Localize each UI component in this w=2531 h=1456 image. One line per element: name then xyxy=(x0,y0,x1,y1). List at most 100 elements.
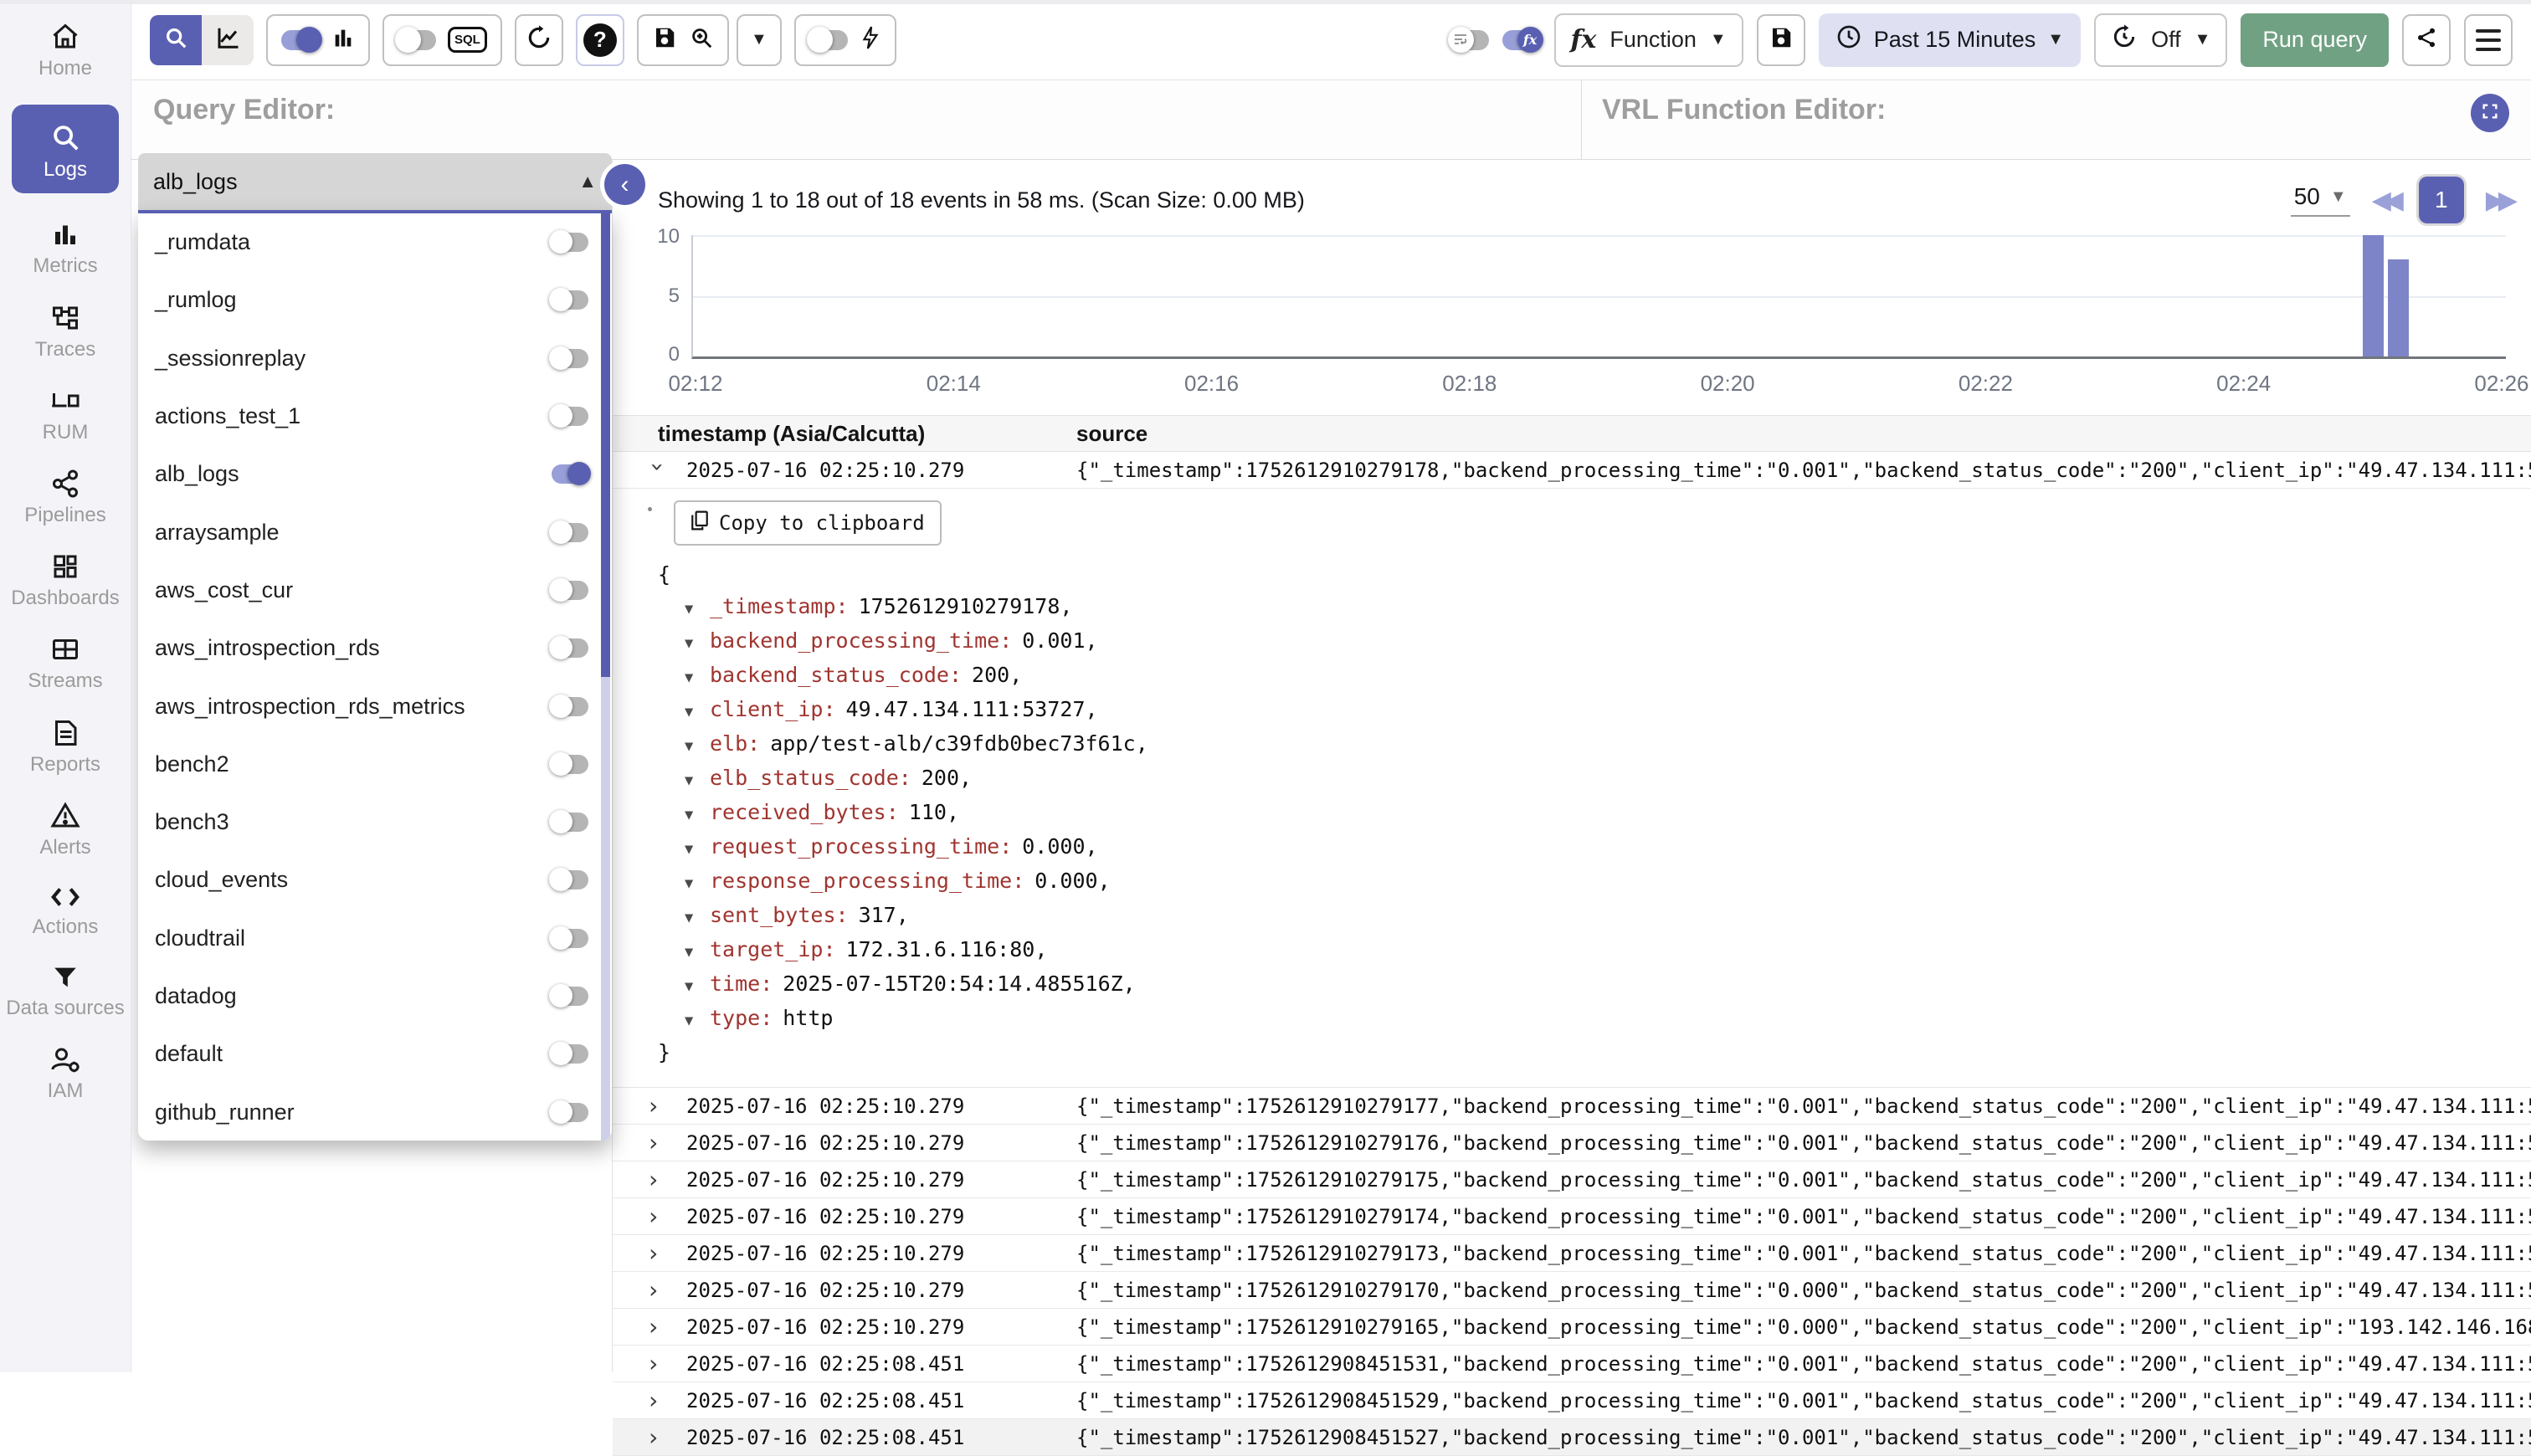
stream-toggle[interactable] xyxy=(552,638,588,658)
stream-list-item[interactable]: cloud_events xyxy=(138,851,598,909)
stream-list-item[interactable]: bench3 xyxy=(138,793,598,851)
log-row[interactable]: › 2025-07-16 02:25:08.451 {"_timestamp":… xyxy=(613,1419,2531,1456)
log-row[interactable]: › 2025-07-16 02:25:10.279 {"_timestamp":… xyxy=(613,1125,2531,1161)
sidebar-item-traces[interactable]: Traces xyxy=(35,303,95,360)
stream-toggle[interactable] xyxy=(552,755,588,774)
sidebar-item-iam[interactable]: IAM xyxy=(48,1044,84,1101)
stream-toggle[interactable] xyxy=(552,697,588,716)
save-function-button[interactable] xyxy=(1757,14,1805,66)
sidebar-item-metrics[interactable]: Metrics xyxy=(33,219,97,276)
collapse-field-icon[interactable]: ▼ xyxy=(685,902,710,934)
sidebar-item-alerts[interactable]: Alerts xyxy=(39,801,90,858)
page-size-select[interactable]: 50 ▼ xyxy=(2291,183,2350,217)
stream-list-item[interactable]: _sessionreplay xyxy=(138,330,598,387)
stream-toggle[interactable] xyxy=(552,1103,588,1122)
log-row[interactable]: › 2025-07-16 02:25:08.451 {"_timestamp":… xyxy=(613,1346,2531,1382)
sidebar-item-logs[interactable]: Logs xyxy=(12,105,119,193)
histogram-toggle[interactable] xyxy=(281,30,320,50)
quick-mode-toggle[interactable] xyxy=(809,30,848,50)
log-row-expanded[interactable]: › 2025-07-16 02:25:10.279 {"_timestamp":… xyxy=(613,452,2531,489)
current-page-button[interactable]: 1 xyxy=(2419,177,2464,223)
stream-toggle[interactable] xyxy=(552,407,588,426)
log-row[interactable]: › 2025-07-16 02:25:10.279 {"_timestamp":… xyxy=(613,1088,2531,1125)
function-dropdown[interactable]: fx Function ▼ xyxy=(1554,13,1743,67)
stream-toggle[interactable] xyxy=(552,870,588,889)
chevron-right-icon[interactable]: › xyxy=(646,1387,686,1414)
log-row[interactable]: › 2025-07-16 02:25:10.279 {"_timestamp":… xyxy=(613,1161,2531,1198)
log-row[interactable]: › 2025-07-16 02:25:10.279 {"_timestamp":… xyxy=(613,1235,2531,1272)
copy-to-clipboard-button[interactable]: Copy to clipboard xyxy=(674,500,942,546)
share-button[interactable] xyxy=(2402,14,2451,66)
log-row[interactable]: › 2025-07-16 02:25:08.451 {"_timestamp":… xyxy=(613,1382,2531,1419)
stream-toggle[interactable] xyxy=(552,929,588,948)
collapse-field-icon[interactable]: ▼ xyxy=(685,731,710,762)
chevron-down-icon[interactable]: › xyxy=(644,460,672,484)
log-row[interactable]: › 2025-07-16 02:25:10.279 {"_timestamp":… xyxy=(613,1198,2531,1235)
stream-search-input[interactable] xyxy=(153,169,578,195)
log-row[interactable]: › 2025-07-16 02:25:10.279 {"_timestamp":… xyxy=(613,1272,2531,1309)
collapse-field-icon[interactable]: ▼ xyxy=(685,593,710,625)
vrl-editor-toggle[interactable]: fx xyxy=(1502,30,1541,50)
save-search-icon[interactable] xyxy=(652,25,677,54)
stream-list-scrollbar[interactable] xyxy=(601,213,610,1141)
stream-toggle[interactable] xyxy=(552,349,588,368)
collapse-field-icon[interactable]: ▼ xyxy=(685,696,710,728)
stream-list-item[interactable]: _rumlog xyxy=(138,271,598,329)
chevron-right-icon[interactable]: › xyxy=(646,1166,686,1193)
collapse-field-icon[interactable]: ▼ xyxy=(685,628,710,659)
tab-chart-mode[interactable] xyxy=(202,15,254,65)
collapse-field-icon[interactable]: ▼ xyxy=(685,971,710,1002)
stream-list-item[interactable]: alb_logs xyxy=(138,445,598,503)
stream-toggle[interactable] xyxy=(552,523,588,542)
sidebar-item-streams[interactable]: Streams xyxy=(28,634,102,691)
stream-toggle[interactable] xyxy=(552,581,588,600)
chevron-right-icon[interactable]: › xyxy=(646,1092,686,1120)
collapse-field-icon[interactable]: ▼ xyxy=(685,799,710,831)
collapse-dropdown-icon[interactable]: ▲ xyxy=(578,171,597,192)
menu-button[interactable] xyxy=(2464,14,2513,66)
tab-search-mode[interactable] xyxy=(150,15,202,65)
sidebar-item-pipelines[interactable]: Pipelines xyxy=(24,469,105,525)
collapse-field-icon[interactable]: ▼ xyxy=(685,868,710,900)
time-range-picker[interactable]: Past 15 Minutes ▼ xyxy=(1819,13,2081,67)
sql-mode-toggle[interactable] xyxy=(398,30,436,50)
histogram-plot[interactable]: 10 5 0 xyxy=(691,235,2506,359)
sidebar-item-reports[interactable]: Reports xyxy=(30,718,100,775)
timestamp-column-header[interactable]: timestamp (Asia/Calcutta) xyxy=(658,421,1076,447)
stream-list-item[interactable]: aws_introspection_rds xyxy=(138,619,598,677)
sidebar-item-data-sources[interactable]: Data sources xyxy=(6,963,124,1018)
collapse-field-icon[interactable]: ▼ xyxy=(685,833,710,865)
collapse-field-icon[interactable]: ▼ xyxy=(685,765,710,797)
stream-list-item[interactable]: github_runner xyxy=(138,1083,598,1141)
log-row[interactable]: › 2025-07-16 02:25:10.279 {"_timestamp":… xyxy=(613,1309,2531,1346)
stream-list-item[interactable]: actions_test_1 xyxy=(138,387,598,445)
next-page-button[interactable]: ▶▶ xyxy=(2486,186,2511,215)
stream-toggle[interactable] xyxy=(552,290,588,310)
stream-list-item[interactable]: _rumdata xyxy=(138,213,598,271)
saved-search-list-icon[interactable] xyxy=(689,25,714,54)
chevron-right-icon[interactable]: › xyxy=(646,1423,686,1451)
stream-toggle[interactable] xyxy=(552,464,588,484)
collapse-field-icon[interactable]: ▼ xyxy=(685,662,710,694)
stream-list-item[interactable]: aws_cost_cur xyxy=(138,561,598,619)
wrap-lines-toggle[interactable] xyxy=(1450,30,1489,50)
refresh-interval-dropdown[interactable]: Off ▼ xyxy=(2094,13,2227,67)
reset-filters-button[interactable] xyxy=(515,14,563,66)
collapse-field-icon[interactable]: ▼ xyxy=(685,936,710,968)
chevron-right-icon[interactable]: › xyxy=(646,1202,686,1230)
chevron-right-icon[interactable]: › xyxy=(646,1350,686,1377)
stream-toggle[interactable] xyxy=(552,987,588,1006)
sidebar-item-rum[interactable]: RUM xyxy=(43,386,89,443)
stream-toggle[interactable] xyxy=(552,1044,588,1064)
stream-toggle[interactable] xyxy=(552,813,588,832)
stream-list-item[interactable]: arraysample xyxy=(138,503,598,561)
run-query-button[interactable]: Run query xyxy=(2241,13,2389,67)
sidebar-item-home[interactable]: Home xyxy=(39,22,92,79)
collapse-panel-button[interactable]: ‹ xyxy=(604,164,645,205)
collapse-field-icon[interactable]: ▼ xyxy=(685,1005,710,1037)
source-column-header[interactable]: source xyxy=(1076,421,1147,447)
saved-search-dropdown[interactable]: ▼ xyxy=(737,14,782,66)
fullscreen-button[interactable] xyxy=(2471,94,2509,132)
prev-page-button[interactable]: ◀◀ xyxy=(2372,186,2397,215)
stream-list-item[interactable]: cloudtrail xyxy=(138,910,598,967)
